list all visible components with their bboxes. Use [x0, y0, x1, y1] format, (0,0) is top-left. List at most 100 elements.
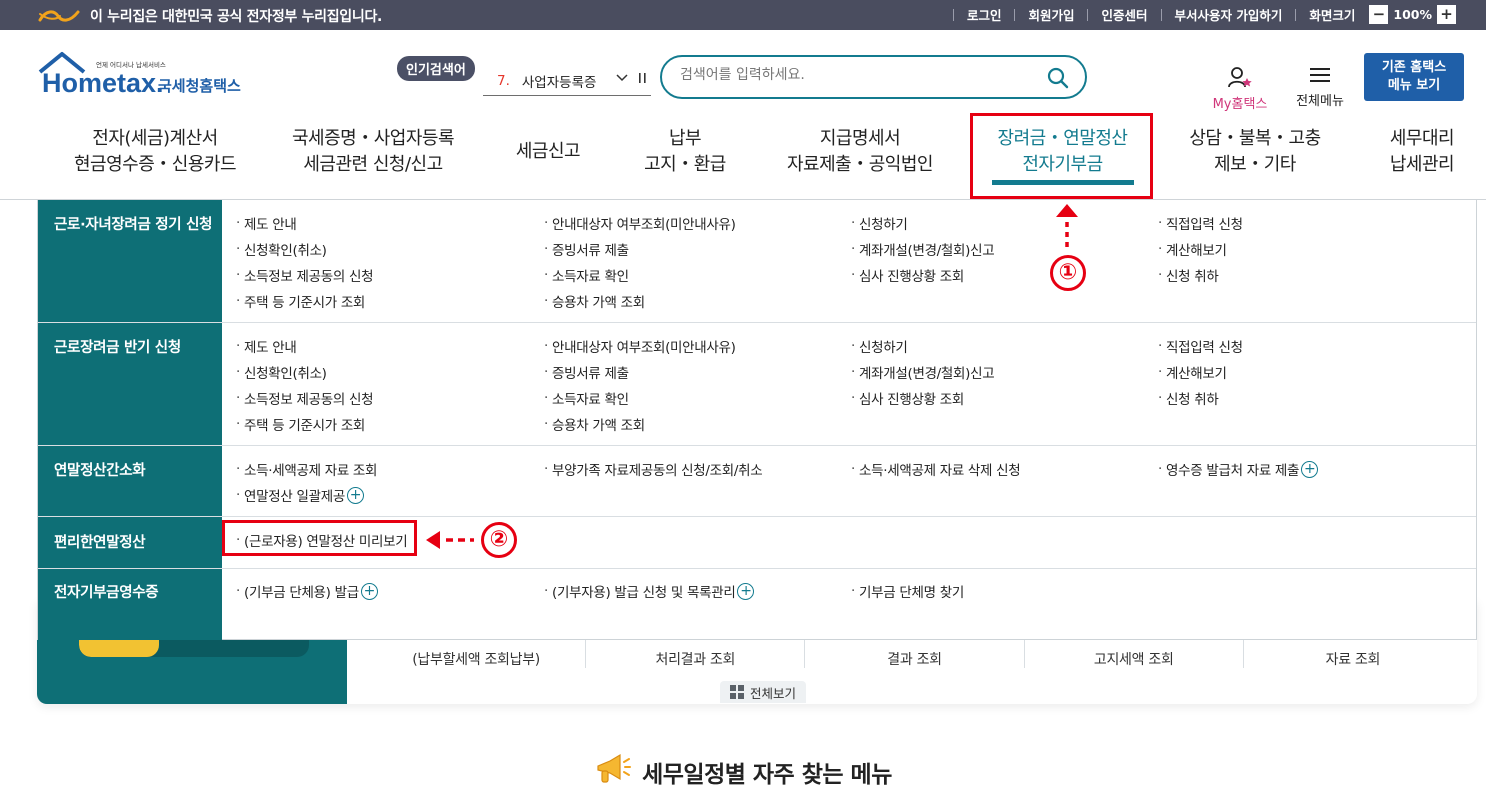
mega-link[interactable]: · 심사 진행상황 조회 — [851, 265, 964, 285]
mega-link[interactable]: · (기부금 단체용) 발급 + — [236, 581, 378, 601]
mega-link[interactable]: · 증빙서류 제출 — [544, 239, 629, 259]
mega-link[interactable]: · 제도 안내 — [236, 336, 297, 356]
gnb-line: 지급명세서 — [819, 128, 901, 149]
zoom-out-button[interactable]: − — [1369, 5, 1389, 24]
view-all-button[interactable]: 전체보기 — [720, 681, 806, 703]
all-menu-button[interactable]: 전체메뉴 — [1290, 66, 1350, 109]
mega-category[interactable]: 전자기부금영수증 — [38, 569, 222, 640]
hometax-logo[interactable]: Hometax. 언제 어디서나 납세서비스 국세청홈택스 — [38, 50, 258, 110]
mega-category[interactable]: 연말정산간소화 — [38, 446, 222, 516]
mega-link[interactable]: · 소득·세액공제 자료 삭제 신청 — [851, 459, 1021, 479]
expand-plus-icon[interactable]: + — [360, 582, 378, 600]
mega-category[interactable]: 근로·자녀장려금 정기 신청 — [38, 200, 222, 322]
search-input[interactable] — [680, 67, 1030, 83]
mega-link[interactable]: · 영수증 발급처 자료 제출 + — [1158, 459, 1319, 479]
background-tab[interactable]: 고지세액 조회 — [1025, 640, 1244, 668]
search-icon[interactable] — [1047, 67, 1069, 93]
user-icon — [1227, 67, 1253, 92]
mega-link[interactable]: · 계산해보기 — [1158, 239, 1227, 259]
mega-category[interactable]: 근로장려금 반기 신청 — [38, 323, 222, 445]
bullet: · — [544, 390, 548, 406]
mega-link[interactable]: · 신청하기 — [851, 213, 908, 233]
gnb-line: 세금관련 신청/신고 — [303, 154, 443, 175]
popular-term[interactable]: 사업자등록증 — [522, 71, 597, 91]
link-label: 심사 진행상황 조회 — [859, 392, 964, 408]
bullet: · — [1158, 338, 1162, 354]
mega-link[interactable]: · 소득자료 확인 — [544, 388, 629, 408]
bullet: · — [544, 293, 548, 309]
mega-link[interactable]: · 승용차 가액 조회 — [544, 291, 645, 311]
gnb-item-tax-filing[interactable]: 세금신고 — [503, 139, 593, 165]
mega-link[interactable]: · 신청 취하 — [1158, 265, 1219, 285]
mega-link[interactable]: · 신청 취하 — [1158, 388, 1219, 408]
zoom-in-button[interactable]: + — [1437, 5, 1456, 24]
link-label: 계산해보기 — [1166, 366, 1227, 382]
mega-link[interactable]: · 연말정산 일괄제공 + — [236, 485, 364, 505]
mega-link[interactable]: · (기부자용) 발급 신청 및 목록관리 + — [544, 581, 755, 601]
gnb-item-payment[interactable]: 납부 고지・환급 — [630, 126, 740, 178]
search-bar[interactable] — [660, 55, 1087, 99]
mega-link[interactable]: · 심사 진행상황 조회 — [851, 388, 964, 408]
my-hometax-button[interactable]: My홈택스 — [1208, 66, 1272, 112]
gnb-line: 자료제출・공익법인 — [787, 154, 933, 175]
mega-link[interactable]: · 소득·세액공제 자료 조회 — [236, 459, 377, 479]
link-label: 안내대상자 여부조회(미안내사유) — [552, 217, 736, 233]
mega-link[interactable]: · 기부금 단체명 찾기 — [851, 581, 964, 601]
link-label: 신청하기 — [859, 217, 908, 233]
expand-plus-icon[interactable]: + — [346, 486, 364, 504]
mega-link[interactable]: · 신청확인(취소) — [236, 362, 327, 382]
mega-link[interactable]: · 주택 등 기준시가 조회 — [236, 291, 365, 311]
bullet: · — [1158, 364, 1162, 380]
gnb-item-consultation[interactable]: 상담・불복・고충 제보・기타 — [1180, 126, 1330, 178]
annotation-arrow-up-icon — [1056, 204, 1078, 248]
mega-link[interactable]: · 계산해보기 — [1158, 362, 1227, 382]
expand-plus-icon[interactable]: + — [737, 582, 755, 600]
mega-link[interactable]: · 승용차 가액 조회 — [544, 414, 645, 434]
mega-link[interactable]: · 신청확인(취소) — [236, 239, 327, 259]
link-label: (기부자용) 발급 신청 및 목록관리 — [552, 585, 736, 601]
link-label: 주택 등 기준시가 조회 — [244, 418, 366, 434]
mega-link[interactable]: · 계좌개설(변경/철회)신고 — [851, 239, 995, 259]
popular-search-badge: 인기검색어 — [397, 56, 475, 81]
old-hometax-menu-button[interactable]: 기존 홈택스 메뉴 보기 — [1364, 53, 1464, 101]
signup-link[interactable]: 회원가입 — [1028, 5, 1074, 24]
mega-link[interactable]: · 신청하기 — [851, 336, 908, 356]
mega-link[interactable]: · 소득정보 제공동의 신청 — [236, 388, 373, 408]
background-toggle-pill — [79, 640, 309, 657]
cert-center-link[interactable]: 인증센터 — [1101, 5, 1147, 24]
dept-user-signup-link[interactable]: 부서사용자 가입하기 — [1175, 5, 1283, 24]
link-label: 계산해보기 — [1166, 243, 1227, 259]
background-tab[interactable]: 자료 조회 — [1244, 640, 1462, 668]
mega-link[interactable]: · 직접입력 신청 — [1158, 336, 1243, 356]
bullet: · — [236, 487, 240, 503]
popular-search-ticker[interactable]: 7. 사업자등록증 — [483, 66, 651, 96]
mega-link[interactable]: · 소득정보 제공동의 신청 — [236, 265, 373, 285]
mega-link[interactable]: · 주택 등 기준시가 조회 — [236, 414, 365, 434]
background-tab[interactable]: 처리결과 조회 — [586, 640, 806, 668]
pause-icon[interactable] — [639, 72, 647, 87]
mega-link[interactable]: · 제도 안내 — [236, 213, 297, 233]
login-link[interactable]: 로그인 — [967, 5, 1002, 24]
gnb-item-e-invoice[interactable]: 전자(세금)계산서 현금영수증・신용카드 — [60, 126, 250, 178]
mega-link[interactable]: · 안내대상자 여부조회(미안내사유) — [544, 213, 736, 233]
background-tab[interactable]: 결과 조회 — [805, 640, 1025, 668]
mega-link[interactable]: · 계좌개설(변경/철회)신고 — [851, 362, 995, 382]
bullet: · — [236, 338, 240, 354]
all-menu-label: 전체메뉴 — [1296, 94, 1344, 109]
divider — [1160, 8, 1162, 21]
mega-link[interactable]: · 소득자료 확인 — [544, 265, 629, 285]
gnb-item-payment-statements[interactable]: 지급명세서 자료제출・공익법인 — [775, 126, 945, 178]
background-tab[interactable]: (납부할세액 조회납부) — [367, 640, 587, 668]
mega-link[interactable]: · 안내대상자 여부조회(미안내사유) — [544, 336, 736, 356]
mega-link[interactable]: · 부양가족 자료제공동의 신청/조회/취소 — [544, 459, 763, 479]
expand-plus-icon[interactable]: + — [1301, 460, 1319, 478]
mega-link[interactable]: · 증빙서류 제출 — [544, 362, 629, 382]
gnb-item-certificates[interactable]: 국세증명・사업자등록 세금관련 신청/신고 — [278, 126, 468, 178]
bullet: · — [236, 215, 240, 231]
mega-category[interactable]: 편리한연말정산 — [38, 517, 222, 568]
gnb-item-tax-agent[interactable]: 세무대리 납세관리 — [1372, 126, 1472, 178]
mega-row-year-end-simplified: 연말정산간소화 · 소득·세액공제 자료 조회 · 연말정산 일괄제공 + · 부양가족… — [38, 446, 1476, 517]
bullet: · — [544, 267, 548, 283]
mega-link[interactable]: · 직접입력 신청 — [1158, 213, 1243, 233]
chevron-down-icon[interactable] — [615, 72, 629, 86]
